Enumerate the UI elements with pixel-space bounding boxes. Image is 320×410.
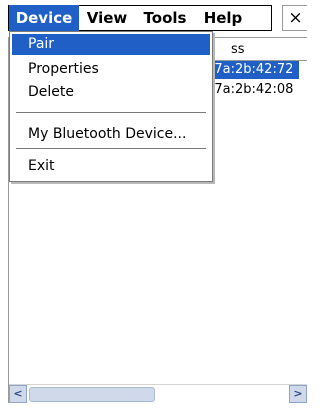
close-icon: × xyxy=(288,8,303,28)
menu-tools[interactable]: Tools xyxy=(136,5,194,31)
close-button[interactable]: × xyxy=(282,5,307,31)
menu-help[interactable]: Help xyxy=(197,5,249,31)
chevron-left-icon: < xyxy=(13,387,23,400)
menu-device[interactable]: Device xyxy=(9,5,79,31)
device-menu-dropdown: Pair Properties Delete My Bluetooth Devi… xyxy=(9,31,213,182)
scroll-thumb[interactable] xyxy=(29,387,155,402)
scroll-right-button[interactable]: > xyxy=(289,385,307,403)
menu-item-properties[interactable]: Properties xyxy=(12,59,210,80)
menu-item-pair[interactable]: Pair xyxy=(12,34,210,55)
menu-view[interactable]: View xyxy=(83,5,131,31)
menu-item-my-bluetooth-device[interactable]: My Bluetooth Device... xyxy=(12,124,210,145)
horizontal-scrollbar[interactable]: < > xyxy=(9,384,307,404)
device-address: :7a:2b:42:72 xyxy=(204,61,300,79)
menu-item-exit[interactable]: Exit xyxy=(12,156,210,177)
menu-separator xyxy=(16,112,206,113)
column-header-address[interactable]: ss xyxy=(231,42,245,57)
device-address: :7a:2b:42:08 xyxy=(210,82,294,97)
scroll-left-button[interactable]: < xyxy=(9,385,27,403)
bluetooth-manager-window: ss :7a:2b:42:72 :7a:2b:42:08 < > Device … xyxy=(0,0,307,410)
menu-separator xyxy=(16,148,206,149)
chevron-right-icon: > xyxy=(293,387,303,400)
menu-item-delete[interactable]: Delete xyxy=(12,82,210,103)
